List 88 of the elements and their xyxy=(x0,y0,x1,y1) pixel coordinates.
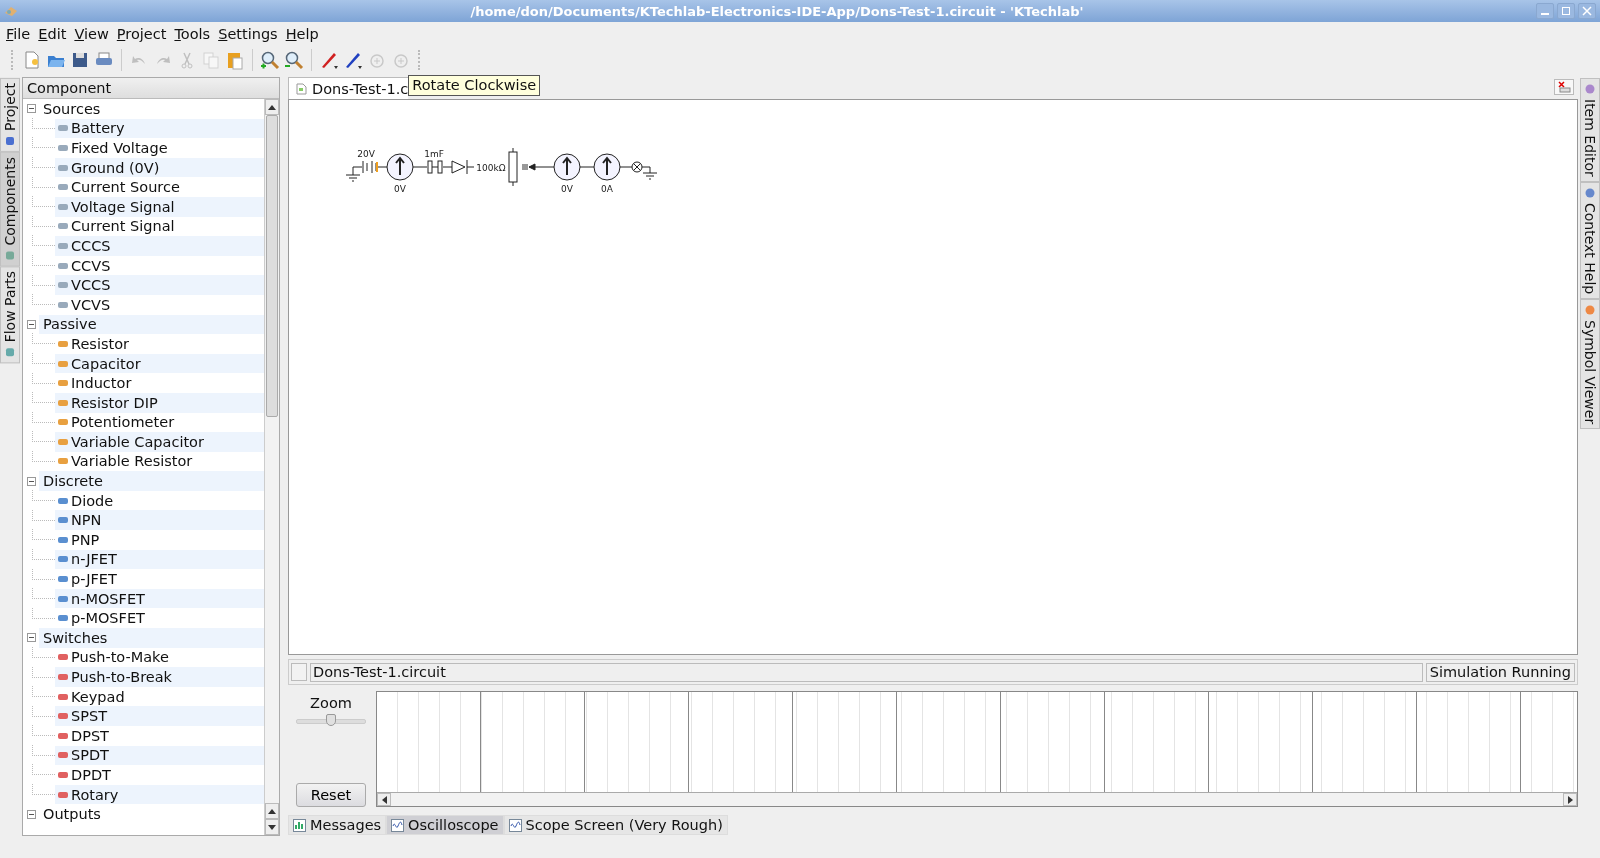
slider-thumb[interactable] xyxy=(326,714,336,726)
document-tab[interactable]: Dons-Test-1.c xyxy=(288,77,409,99)
scrollbar[interactable] xyxy=(377,792,1577,806)
tree-item[interactable]: Inductor xyxy=(71,375,264,392)
tab-icon xyxy=(508,818,522,832)
tab-icon xyxy=(1584,186,1596,199)
component-icon xyxy=(57,671,69,683)
scroll-right-icon[interactable] xyxy=(1567,795,1573,804)
sidebar-tab[interactable]: Project xyxy=(0,78,20,152)
menu-item[interactable]: Help xyxy=(281,25,323,42)
sidebar-tab[interactable]: Components xyxy=(0,151,20,267)
tree-item[interactable]: DPDT xyxy=(71,767,264,783)
tab-icon xyxy=(293,818,306,832)
menu-item[interactable]: Project xyxy=(112,25,171,42)
minimize-button[interactable] xyxy=(1536,3,1554,19)
menu-item[interactable]: Edit xyxy=(34,25,71,42)
window-title: /home/don/Documents/KTechlab-Electronics-IDE-App/Dons-Test-1.circuit - 'KTechlab' xyxy=(469,3,1085,19)
tab-icon xyxy=(4,346,16,359)
collapse-icon[interactable] xyxy=(27,633,36,643)
component-icon xyxy=(57,142,69,154)
reset-button[interactable]: Reset xyxy=(296,783,366,807)
tree-category[interactable]: Outputs xyxy=(43,806,264,823)
tree-item[interactable]: CCVS xyxy=(71,257,264,274)
scroll-up-icon[interactable] xyxy=(268,808,276,814)
close-tab-button[interactable] xyxy=(1554,79,1574,95)
zoom-slider[interactable] xyxy=(296,713,366,727)
save-icon[interactable] xyxy=(70,50,90,70)
tree-item[interactable]: Push-to-Make xyxy=(71,649,264,666)
collapse-icon[interactable] xyxy=(27,104,36,114)
scroll-down-icon[interactable] xyxy=(268,824,276,830)
tooltip: Rotate Clockwise xyxy=(408,75,541,96)
new-file-icon[interactable] xyxy=(22,50,42,70)
scroll-left-icon[interactable] xyxy=(381,795,387,804)
zoom-in-icon[interactable] xyxy=(260,50,280,70)
component-icon xyxy=(57,769,69,781)
menu-item[interactable]: File xyxy=(2,25,35,42)
tree-item[interactable]: p-MOSFET xyxy=(71,610,264,627)
collapse-icon[interactable] xyxy=(27,476,36,486)
status-cell xyxy=(291,663,307,681)
menu-item[interactable]: Settings xyxy=(214,25,282,42)
column-header[interactable]: Component xyxy=(23,78,279,99)
close-icon xyxy=(1582,6,1592,16)
tree-item[interactable]: Variable Resistor xyxy=(71,453,264,470)
circuit-drawing[interactable]: 20V 0V 1mF 100kΩ 0V 0A xyxy=(337,142,667,198)
tree-item[interactable]: Current Signal xyxy=(71,218,264,235)
menu-item[interactable]: Tools xyxy=(170,25,215,42)
collapse-icon[interactable] xyxy=(27,809,36,819)
panel-tab[interactable]: Messages xyxy=(288,815,387,835)
tree-item[interactable]: PNP xyxy=(71,531,264,548)
tree-item[interactable]: VCVS xyxy=(71,296,264,313)
tree-item[interactable]: Fixed Voltage xyxy=(71,140,264,156)
tree-item[interactable]: DPST xyxy=(71,727,264,744)
tab-icon xyxy=(1584,304,1596,316)
panel-tab[interactable]: Oscilloscope xyxy=(386,815,504,835)
panel-tab[interactable]: Scope Screen (Very Rough) xyxy=(503,815,728,835)
paste-icon[interactable] xyxy=(225,50,245,70)
tab-icon xyxy=(1584,83,1596,95)
close-button[interactable] xyxy=(1578,3,1596,19)
tree-item[interactable]: Resistor xyxy=(71,335,264,352)
tree-item[interactable]: Potentiometer xyxy=(71,414,264,431)
maximize-icon xyxy=(1561,6,1571,16)
tree-category[interactable]: Sources xyxy=(43,100,264,117)
scroll-up-icon[interactable] xyxy=(268,104,276,110)
collapse-icon[interactable] xyxy=(27,319,36,329)
tree-item[interactable]: Keypad xyxy=(71,688,264,705)
tab-icon xyxy=(4,134,16,147)
tree-item[interactable]: Current Source xyxy=(71,179,264,196)
tree-item[interactable]: Diode xyxy=(71,492,264,509)
maximize-button[interactable] xyxy=(1557,3,1575,19)
zoom-label: Zoom xyxy=(310,695,352,711)
pen-icon[interactable] xyxy=(343,50,363,70)
menu-item[interactable]: View xyxy=(70,25,113,42)
simulation-status: Simulation Running xyxy=(1425,662,1575,682)
zoom-out-icon[interactable] xyxy=(284,50,304,70)
status-file: Dons-Test-1.circuit xyxy=(310,662,1423,682)
app-icon xyxy=(4,5,18,17)
file-icon xyxy=(295,83,307,95)
sidebar-tab[interactable]: Flow Parts xyxy=(0,266,20,364)
tree-item[interactable]: p-JFET xyxy=(71,571,264,588)
tab-icon xyxy=(4,249,16,262)
minimize-icon xyxy=(1541,13,1549,15)
tab-icon xyxy=(391,818,405,832)
sidebar-tab[interactable]: Symbol Viewer xyxy=(1580,299,1600,430)
sidebar-tab[interactable]: Item Editor xyxy=(1580,78,1600,182)
circuit-canvas[interactable]: 20V 0V 1mF 100kΩ 0V 0A xyxy=(288,99,1578,655)
sidebar-tab[interactable]: Context Help xyxy=(1580,181,1600,299)
pen-icon[interactable] xyxy=(319,50,339,70)
scrollbar[interactable] xyxy=(264,99,279,835)
